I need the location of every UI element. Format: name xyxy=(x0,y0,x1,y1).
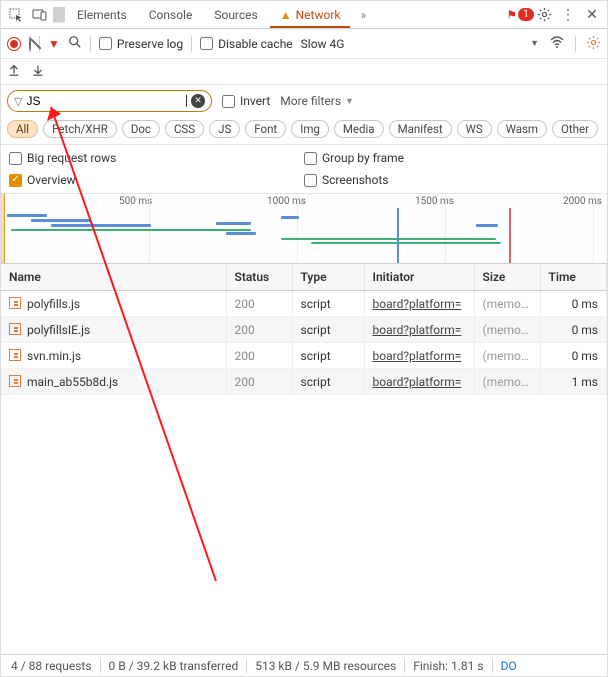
throttle-arrow-icon[interactable]: ▼ xyxy=(530,38,539,49)
caret-icon xyxy=(186,95,187,107)
close-icon[interactable]: ✕ xyxy=(581,4,603,26)
type-pill-ws[interactable]: WS xyxy=(457,120,492,138)
clear-filter-icon[interactable]: ✕ xyxy=(191,94,205,108)
download-icon[interactable] xyxy=(31,63,45,80)
net-settings-icon[interactable] xyxy=(586,35,601,53)
script-icon xyxy=(9,349,21,361)
col-time[interactable]: Time xyxy=(540,264,607,291)
clear-button[interactable] xyxy=(29,37,31,51)
type-pill-img[interactable]: Img xyxy=(291,120,329,138)
status-resources: 513 kB / 5.9 MB resources xyxy=(247,659,405,673)
script-icon xyxy=(9,297,21,309)
filter-input[interactable] xyxy=(26,94,182,108)
tab-elements[interactable]: Elements xyxy=(67,3,137,27)
status-dom: DO xyxy=(493,659,525,673)
divider xyxy=(90,36,91,52)
issues-icon[interactable]: ⚑1 xyxy=(509,4,531,26)
record-button[interactable] xyxy=(7,37,21,51)
type-pill-fetchxhr[interactable]: Fetch/XHR xyxy=(43,120,117,138)
throttle-select[interactable]: Slow 4G xyxy=(301,37,345,51)
import-export-row xyxy=(1,59,607,85)
type-pill-all[interactable]: All xyxy=(7,120,38,138)
tab-network[interactable]: ▲Network xyxy=(270,3,351,27)
preserve-log-checkbox[interactable]: Preserve log xyxy=(99,37,183,51)
type-pill-wasm[interactable]: Wasm xyxy=(497,120,547,138)
search-icon[interactable] xyxy=(68,35,82,52)
type-pill-font[interactable]: Font xyxy=(245,120,286,138)
group-frame-checkbox[interactable]: Group by frame xyxy=(304,151,599,165)
tab-console[interactable]: Console xyxy=(139,3,203,27)
table-row[interactable]: polyfillsIE.js 200script board?platform=… xyxy=(1,317,607,343)
requests-table: Name Status Type Initiator Size Time xyxy=(1,264,607,291)
col-initiator[interactable]: Initiator xyxy=(364,264,474,291)
inspect-icon[interactable] xyxy=(5,4,27,26)
settings-icon[interactable] xyxy=(533,4,555,26)
filter-row: ▽ ✕ Invert More filters ▼ xyxy=(1,85,607,117)
kebab-icon[interactable]: ⋮ xyxy=(557,4,579,26)
divider xyxy=(53,7,65,23)
more-filters-button[interactable]: More filters ▼ xyxy=(280,94,354,108)
tab-sources[interactable]: Sources xyxy=(204,3,267,27)
status-requests: 4 / 88 requests xyxy=(3,659,101,673)
overview-checkbox[interactable]: ✓Overview xyxy=(9,173,304,187)
table-row[interactable]: svn.min.js 200script board?platform=(mem… xyxy=(1,343,607,369)
filter-toggle-icon[interactable]: ▼ xyxy=(48,37,60,51)
table-row[interactable]: polyfills.js 200script board?platform=(m… xyxy=(1,291,607,317)
script-icon xyxy=(9,375,21,387)
network-toolbar: ▼ Preserve log Disable cache Slow 4G ▼ xyxy=(1,29,607,59)
divider xyxy=(191,36,192,52)
script-icon xyxy=(9,323,21,335)
device-icon[interactable] xyxy=(29,4,51,26)
status-finish: Finish: 1.81 s xyxy=(405,659,492,673)
type-pill-media[interactable]: Media xyxy=(334,120,384,138)
divider xyxy=(575,36,576,52)
funnel-icon: ▽ xyxy=(14,95,22,108)
wifi-icon[interactable] xyxy=(549,34,565,53)
status-bar: 4 / 88 requests 0 B / 39.2 kB transferre… xyxy=(1,654,607,676)
type-pill-doc[interactable]: Doc xyxy=(122,120,160,138)
table-header-row: Name Status Type Initiator Size Time xyxy=(1,264,607,291)
type-pill-js[interactable]: JS xyxy=(209,120,240,138)
big-rows-checkbox[interactable]: Big request rows xyxy=(9,151,304,165)
table-body: polyfills.js 200script board?platform=(m… xyxy=(1,291,607,395)
type-pill-other[interactable]: Other xyxy=(552,120,598,138)
devtools-tab-bar: Elements Console Sources ▲Network » ⚑1 ⋮… xyxy=(1,1,607,29)
col-type[interactable]: Type xyxy=(292,264,364,291)
options-row: Big request rows ✓Overview Group by fram… xyxy=(1,145,607,194)
type-pill-css[interactable]: CSS xyxy=(165,120,204,138)
col-status[interactable]: Status xyxy=(226,264,292,291)
col-name[interactable]: Name xyxy=(1,264,226,291)
col-size[interactable]: Size xyxy=(474,264,540,291)
type-filter-row: All Fetch/XHR Doc CSS JS Font Img Media Manifest… xyxy=(1,117,607,145)
status-transferred: 0 B / 39.2 kB transferred xyxy=(101,659,248,673)
timeline-overview[interactable]: 500 ms 1000 ms 1500 ms 2000 ms xyxy=(1,194,607,264)
type-pill-manifest[interactable]: Manifest xyxy=(389,120,452,138)
disable-cache-checkbox[interactable]: Disable cache xyxy=(200,37,293,51)
table-row[interactable]: main_ab55b8d.js 200script board?platform… xyxy=(1,369,607,395)
screenshots-checkbox[interactable]: Screenshots xyxy=(304,173,599,187)
upload-icon[interactable] xyxy=(7,63,21,80)
filter-input-wrap[interactable]: ▽ ✕ xyxy=(7,90,212,112)
invert-checkbox[interactable]: Invert xyxy=(222,94,270,108)
more-tabs-icon[interactable]: » xyxy=(352,4,374,26)
